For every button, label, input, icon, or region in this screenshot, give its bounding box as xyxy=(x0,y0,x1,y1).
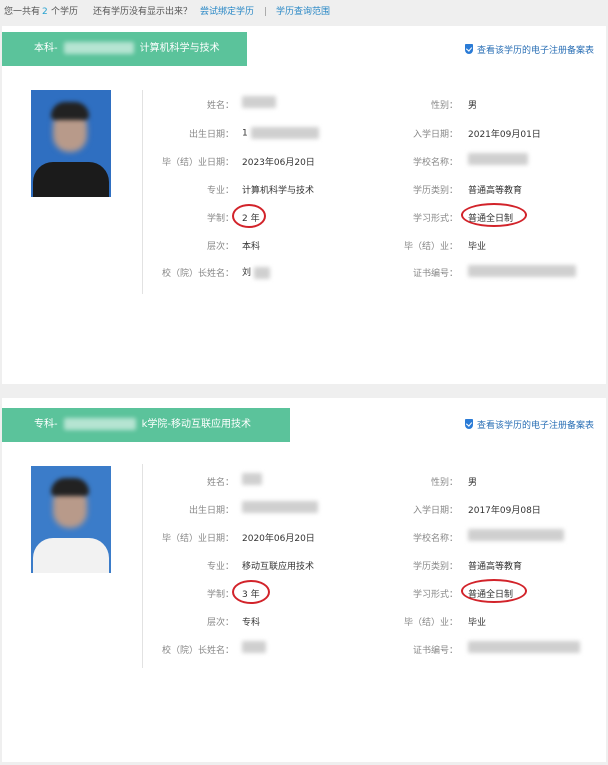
category-label: 学历类别： xyxy=(412,562,458,572)
category-label: 学历类别： xyxy=(412,186,458,196)
enroll-label: 入学日期： xyxy=(412,506,458,516)
level-value: 本科 xyxy=(242,242,261,252)
major-value: 移动互联应用技术 xyxy=(242,562,315,572)
banner-major: k学院-移动互联应用技术 xyxy=(141,419,252,430)
graduate-date-label: 毕（结）业日期： xyxy=(161,534,234,544)
divider xyxy=(142,464,143,668)
birth-value xyxy=(242,501,318,513)
report-link-label: 查看该学历的电子注册备案表 xyxy=(476,421,594,431)
banner-level: 本科- xyxy=(34,43,58,54)
banner-level: 专科- xyxy=(34,419,58,430)
redacted-school xyxy=(63,42,134,54)
name-label: 姓名： xyxy=(206,101,234,111)
birth-label: 出生日期： xyxy=(188,130,234,140)
name-value xyxy=(242,96,276,108)
level-label: 层次： xyxy=(206,618,234,628)
summary-prefix: 您一共有 xyxy=(4,7,41,17)
name-value xyxy=(242,473,262,485)
duration-value: 2 年 xyxy=(242,214,260,224)
cert-no-value xyxy=(468,641,580,653)
gender-value: 男 xyxy=(468,478,478,488)
graduate-date-value: 2023年06月20日 xyxy=(242,158,315,168)
shield-icon xyxy=(464,419,473,429)
category-value: 普通高等教育 xyxy=(468,186,523,196)
separator: | xyxy=(264,7,268,17)
redacted-school xyxy=(63,418,136,430)
school-label: 学校名称： xyxy=(412,158,458,168)
school-value xyxy=(468,529,564,541)
record-banner: 本科- 计算机科学与技术 xyxy=(2,32,247,66)
form-value: 普通全日制 xyxy=(468,214,514,224)
bind-record-link[interactable]: 尝试绑定学历 xyxy=(200,0,254,24)
form-label: 学习形式： xyxy=(412,214,458,224)
school-value xyxy=(468,153,528,165)
divider xyxy=(142,90,143,294)
summary-bar: 您一共有 2 个学历 还有学历没有显示出来？ 尝试绑定学历 | 学历查询范围 xyxy=(0,0,608,24)
student-photo xyxy=(31,466,111,573)
gender-value: 男 xyxy=(468,101,478,111)
school-label: 学校名称： xyxy=(412,534,458,544)
record-banner: 专科-k学院-移动互联应用技术 xyxy=(2,408,290,442)
view-registration-form-link[interactable]: 查看该学历的电子注册备案表 xyxy=(464,43,594,56)
gender-label: 性别： xyxy=(430,101,458,111)
principal-value: 刘 xyxy=(242,265,270,279)
education-record-card: 专科-k学院-移动互联应用技术 查看该学历的电子注册备案表 姓名： 出生日期： … xyxy=(2,398,606,762)
cert-no-label: 证书编号： xyxy=(412,646,458,656)
major-value: 计算机科学与技术 xyxy=(242,186,315,196)
form-label: 学习形式： xyxy=(412,590,458,600)
enroll-label: 入学日期： xyxy=(412,130,458,140)
record-count: 2 xyxy=(42,7,48,17)
major-label: 专业： xyxy=(206,186,234,196)
graduate-date-value: 2020年06月20日 xyxy=(242,534,315,544)
student-photo xyxy=(31,90,111,197)
report-link-label: 查看该学历的电子注册备案表 xyxy=(476,46,594,56)
view-registration-form-link[interactable]: 查看该学历的电子注册备案表 xyxy=(464,418,594,431)
grad-status-value: 毕业 xyxy=(468,242,487,252)
level-value: 专科 xyxy=(242,618,261,628)
form-value: 普通全日制 xyxy=(468,590,514,600)
summary-suffix: 个学历 xyxy=(51,7,79,17)
birth-label: 出生日期： xyxy=(188,506,234,516)
principal-value xyxy=(242,641,266,653)
birth-value: 1 xyxy=(242,127,319,139)
principal-label: 校（院）长姓名： xyxy=(161,269,234,279)
category-value: 普通高等教育 xyxy=(468,562,523,572)
enroll-value: 2021年09月01日 xyxy=(468,130,541,140)
cert-no-value xyxy=(468,265,576,277)
duration-value: 3 年 xyxy=(242,590,260,600)
principal-label: 校（院）长姓名： xyxy=(161,646,234,656)
graduate-date-label: 毕（结）业日期： xyxy=(161,158,234,168)
gender-label: 性别： xyxy=(430,478,458,488)
banner-major: 计算机科学与技术 xyxy=(139,43,220,54)
name-label: 姓名： xyxy=(206,478,234,488)
grad-status-value: 毕业 xyxy=(468,618,487,628)
cert-no-label: 证书编号： xyxy=(412,269,458,279)
missing-question: 还有学历没有显示出来？ xyxy=(93,7,193,17)
level-label: 层次： xyxy=(206,242,234,252)
duration-label: 学制： xyxy=(206,590,234,600)
query-scope-link[interactable]: 学历查询范围 xyxy=(276,0,330,24)
grad-status-label: 毕（结）业： xyxy=(403,618,458,628)
grad-status-label: 毕（结）业： xyxy=(403,242,458,252)
enroll-value: 2017年09月08日 xyxy=(468,506,541,516)
major-label: 专业： xyxy=(206,562,234,572)
shield-icon xyxy=(464,44,473,54)
education-record-card: 本科- 计算机科学与技术 查看该学历的电子注册备案表 姓名： 出生日期： 1 毕（… xyxy=(2,26,606,384)
duration-label: 学制： xyxy=(206,214,234,224)
